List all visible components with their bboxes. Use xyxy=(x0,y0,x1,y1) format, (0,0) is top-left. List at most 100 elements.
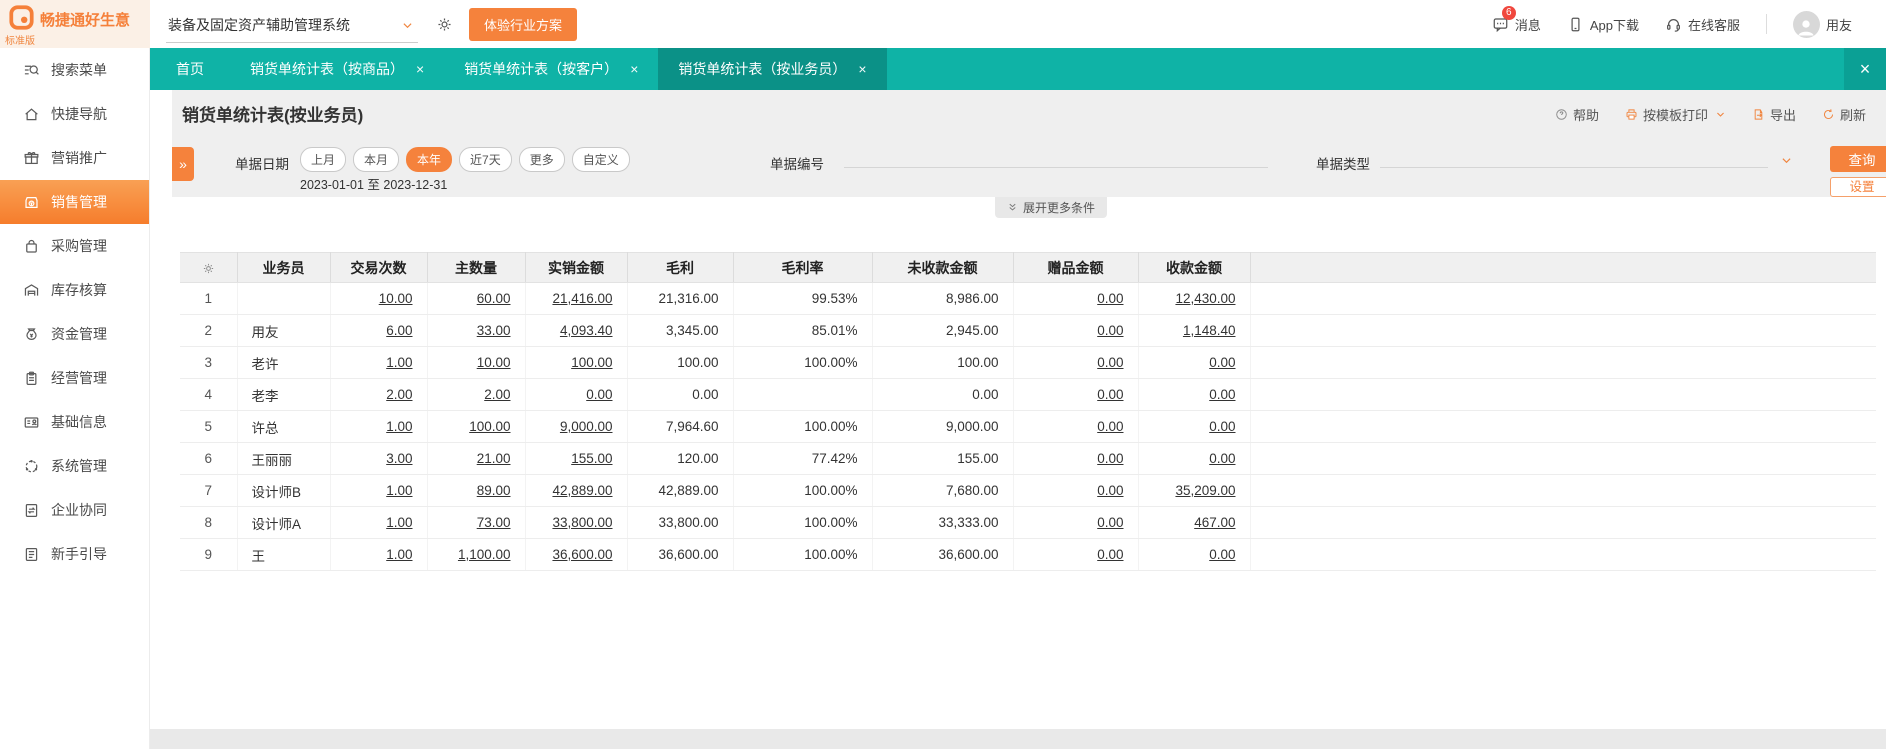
drilldown-link[interactable]: 36,600.00 xyxy=(552,547,612,562)
sidebar-item-system-mgmt[interactable]: 系统管理 xyxy=(0,444,149,488)
drilldown-link[interactable]: 21.00 xyxy=(477,451,511,466)
sidebar-item-marketing-promo[interactable]: 营销推广 xyxy=(0,136,149,180)
date-pill[interactable]: 自定义 xyxy=(571,147,630,172)
drilldown-link[interactable]: 1.00 xyxy=(386,483,412,498)
drilldown-link[interactable]: 0.00 xyxy=(1097,291,1123,306)
trial-industry-button[interactable]: 体验行业方案 xyxy=(469,7,578,41)
date-pill[interactable]: 上月 xyxy=(300,147,347,172)
column-header[interactable]: 实销金额 xyxy=(525,252,628,283)
sidebar-item-quick-nav[interactable]: 快捷导航 xyxy=(0,92,149,136)
column-header[interactable]: 交易次数 xyxy=(330,252,428,283)
drilldown-link[interactable]: 0.00 xyxy=(1209,355,1235,370)
tab-stats-by-salesperson[interactable]: 销货单统计表（按业务员） × xyxy=(658,48,887,90)
drilldown-link[interactable]: 12,430.00 xyxy=(1175,291,1235,306)
drilldown-link[interactable]: 1,148.40 xyxy=(1183,323,1236,338)
drilldown-link[interactable]: 1.00 xyxy=(386,355,412,370)
drilldown-link[interactable]: 9,000.00 xyxy=(560,419,613,434)
query-button[interactable]: 查询 xyxy=(1830,146,1886,172)
gear-icon[interactable] xyxy=(436,16,453,33)
close-icon[interactable]: × xyxy=(858,62,866,76)
column-header[interactable]: 赠品金额 xyxy=(1013,252,1139,283)
header-item-app-download[interactable]: App下载 xyxy=(1567,15,1639,34)
system-select[interactable]: 装备及固定资产辅助管理系统 xyxy=(166,11,418,43)
sidebar-item-sales-mgmt[interactable]: 销售管理 xyxy=(0,180,149,224)
date-pill[interactable]: 本月 xyxy=(353,147,400,172)
drilldown-link[interactable]: 467.00 xyxy=(1194,515,1235,530)
toolbar-refresh-button[interactable]: 刷新 xyxy=(1822,105,1866,124)
date-pill[interactable]: 更多 xyxy=(518,147,565,172)
drilldown-link[interactable]: 0.00 xyxy=(1097,387,1123,402)
sidebar-item-beginner-guide[interactable]: 新手引导 xyxy=(0,532,149,576)
close-icon[interactable]: × xyxy=(416,62,424,76)
drilldown-link[interactable]: 0.00 xyxy=(1097,515,1123,530)
drilldown-link[interactable]: 6.00 xyxy=(386,323,412,338)
drilldown-link[interactable]: 73.00 xyxy=(477,515,511,530)
drilldown-link[interactable]: 1,100.00 xyxy=(458,547,511,562)
drilldown-link[interactable]: 3.00 xyxy=(386,451,412,466)
tab-stats-by-customer[interactable]: 销货单统计表（按客户） × xyxy=(444,48,658,90)
drilldown-link[interactable]: 0.00 xyxy=(1209,547,1235,562)
drilldown-link[interactable]: 100.00 xyxy=(469,419,510,434)
drilldown-link[interactable]: 2.00 xyxy=(484,387,510,402)
column-header[interactable]: 毛利率 xyxy=(733,252,873,283)
header-item-messages[interactable]: 消息 6 xyxy=(1492,5,1541,34)
drilldown-link[interactable]: 0.00 xyxy=(1097,419,1123,434)
drilldown-link[interactable]: 0.00 xyxy=(1097,323,1123,338)
sidebar-item-funds-mgmt[interactable]: 资金管理 xyxy=(0,312,149,356)
column-header[interactable]: 主数量 xyxy=(427,252,526,283)
column-header[interactable]: 未收款金额 xyxy=(872,252,1014,283)
chevron-down-icon[interactable] xyxy=(1715,109,1726,120)
drilldown-link[interactable]: 1.00 xyxy=(386,515,412,530)
drilldown-link[interactable]: 4,093.40 xyxy=(560,323,613,338)
date-range-value[interactable]: 2023-01-01 至 2023-12-31 xyxy=(300,174,447,193)
sidebar-item-inventory-accounting[interactable]: 库存核算 xyxy=(0,268,149,312)
drilldown-link[interactable]: 155.00 xyxy=(571,451,612,466)
drilldown-link[interactable]: 0.00 xyxy=(1209,419,1235,434)
date-pill[interactable]: 近7天 xyxy=(459,147,512,172)
user-menu[interactable]: 用友 xyxy=(1792,10,1852,38)
toolbar-print-by-template-button[interactable]: 按模板打印 xyxy=(1625,105,1726,124)
column-settings-gear-icon[interactable] xyxy=(180,252,238,283)
settings-button[interactable]: 设置 xyxy=(1830,177,1886,197)
drilldown-link[interactable]: 33,800.00 xyxy=(552,515,612,530)
column-header[interactable]: 毛利 xyxy=(627,252,734,283)
drilldown-link[interactable]: 0.00 xyxy=(1097,483,1123,498)
toolbar-help-button[interactable]: 帮助 xyxy=(1555,105,1599,124)
close-icon[interactable]: × xyxy=(630,62,638,76)
drilldown-link[interactable]: 2.00 xyxy=(386,387,412,402)
drilldown-link[interactable]: 0.00 xyxy=(1097,451,1123,466)
drilldown-link[interactable]: 33.00 xyxy=(477,323,511,338)
drilldown-link[interactable]: 0.00 xyxy=(1097,355,1123,370)
drilldown-link[interactable]: 35,209.00 xyxy=(1175,483,1235,498)
drilldown-link[interactable]: 89.00 xyxy=(477,483,511,498)
column-header[interactable]: 业务员 xyxy=(237,252,331,283)
drilldown-link[interactable]: 0.00 xyxy=(1209,387,1235,402)
column-header[interactable]: 收款金额 xyxy=(1138,252,1251,283)
toolbar-export-button[interactable]: 导出 xyxy=(1752,105,1796,124)
bill-type-chevron-down-icon[interactable] xyxy=(1780,154,1793,167)
drilldown-link[interactable]: 42,889.00 xyxy=(552,483,612,498)
drilldown-link[interactable]: 0.00 xyxy=(1209,451,1235,466)
sidebar-item-purchase-mgmt[interactable]: 采购管理 xyxy=(0,224,149,268)
expand-more-conditions[interactable]: 展开更多条件 xyxy=(995,197,1107,218)
sidebar-item-basic-info[interactable]: 基础信息 xyxy=(0,400,149,444)
drilldown-link[interactable]: 100.00 xyxy=(571,355,612,370)
tab-stats-by-product[interactable]: 销货单统计表（按商品） × xyxy=(230,48,444,90)
drilldown-link[interactable]: 1.00 xyxy=(386,547,412,562)
bill-no-input[interactable] xyxy=(844,142,1268,168)
date-pill[interactable]: 本年 xyxy=(406,147,453,172)
close-all-tabs-button[interactable]: × xyxy=(1844,48,1886,90)
drilldown-link[interactable]: 0.00 xyxy=(586,387,612,402)
bill-type-input[interactable] xyxy=(1380,142,1768,168)
drilldown-link[interactable]: 60.00 xyxy=(477,291,511,306)
tab-home[interactable]: 首页 xyxy=(150,48,230,90)
collapse-filter-button[interactable]: » xyxy=(172,147,194,181)
header-item-online-support[interactable]: 在线客服 xyxy=(1665,15,1740,34)
drilldown-link[interactable]: 0.00 xyxy=(1097,547,1123,562)
sidebar-item-operations-mgmt[interactable]: 经营管理 xyxy=(0,356,149,400)
sidebar-item-search-menu[interactable]: 搜索菜单 xyxy=(0,48,149,92)
drilldown-link[interactable]: 21,416.00 xyxy=(552,291,612,306)
drilldown-link[interactable]: 10.00 xyxy=(379,291,413,306)
sidebar-item-enterprise-collab[interactable]: 企业协同 xyxy=(0,488,149,532)
drilldown-link[interactable]: 1.00 xyxy=(386,419,412,434)
